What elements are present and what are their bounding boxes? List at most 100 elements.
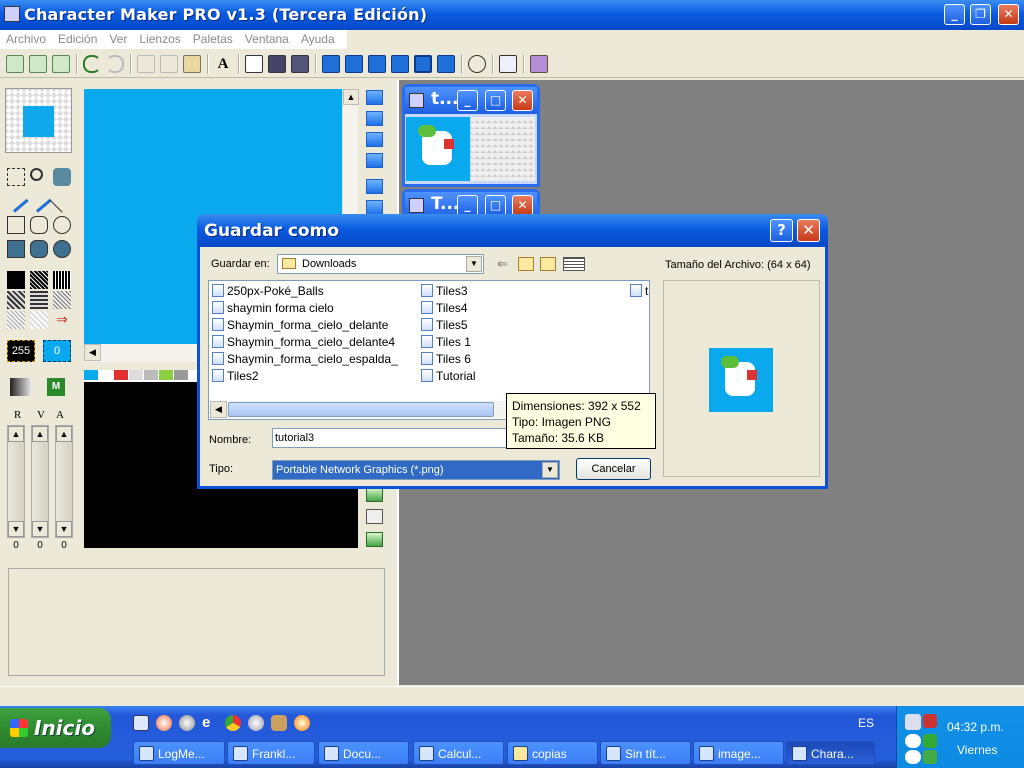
media-icon[interactable] <box>248 715 264 731</box>
zoom-x2-icon[interactable] <box>345 55 363 73</box>
taskbar-button[interactable]: LogMe... <box>133 741 225 765</box>
new-folder-icon[interactable] <box>540 257 556 271</box>
move-up-icon[interactable] <box>366 111 383 126</box>
taskbar-button[interactable]: Frankl... <box>227 741 315 765</box>
pattern-dense-icon[interactable] <box>30 271 48 289</box>
menu-ver[interactable]: Ver <box>103 30 133 46</box>
file-item[interactable]: Tiles 1 <box>421 334 471 350</box>
file-name-input[interactable]: tutorial3 <box>272 428 512 448</box>
view-menu-icon[interactable] <box>563 257 585 271</box>
open-file-icon[interactable] <box>29 55 47 73</box>
menu-archivo[interactable]: Archivo <box>0 30 52 46</box>
child-maximize-button[interactable]: □ <box>485 90 506 111</box>
menu-lienzos[interactable]: Lienzos <box>133 30 186 46</box>
line-icon[interactable] <box>49 187 75 213</box>
file-item[interactable]: Shaymin_forma_cielo_delante <box>212 317 388 333</box>
language-indicator[interactable]: ES <box>858 716 874 730</box>
child-maximize-button[interactable]: □ <box>485 195 506 216</box>
move-down-icon[interactable] <box>366 132 383 147</box>
file-item[interactable]: Tiles3 <box>421 283 468 299</box>
new-file-icon[interactable] <box>6 55 24 73</box>
internet-explorer-icon[interactable]: e <box>202 715 218 731</box>
close-button[interactable]: ✕ <box>998 4 1019 25</box>
pattern-medium-icon[interactable] <box>7 291 25 309</box>
filled-rounded-rect-icon[interactable] <box>30 240 48 258</box>
chevron-down-icon[interactable]: ▼ <box>466 256 482 272</box>
help-button[interactable]: ? <box>770 219 793 242</box>
gradient-icon[interactable] <box>10 378 32 396</box>
app-icon[interactable] <box>4 6 20 22</box>
menu-edicion[interactable]: Edición <box>52 30 103 46</box>
up-folder-icon[interactable] <box>518 257 534 271</box>
child-close-button[interactable]: ✕ <box>512 195 533 216</box>
child-window-sprite[interactable]: t... _ □ ✕ <box>402 84 540 187</box>
tray-app-icon[interactable] <box>923 734 937 748</box>
move-up-icon[interactable] <box>366 90 383 105</box>
zoom-x8-icon[interactable] <box>437 55 455 73</box>
secondary-value-box[interactable]: 0 <box>43 340 71 362</box>
blue-slider[interactable]: ▲ ▼ <box>55 425 73 538</box>
save-in-combo[interactable]: Downloads ▼ <box>277 254 484 274</box>
file-type-combo[interactable]: Portable Network Graphics (*.png) ▼ <box>272 460 560 480</box>
map-icon[interactable]: M <box>47 378 65 396</box>
filled-ellipse-icon[interactable] <box>53 240 71 258</box>
filled-rect-icon[interactable] <box>7 240 25 258</box>
save-file-icon[interactable] <box>52 55 70 73</box>
app-shortcut-icon[interactable] <box>294 715 310 731</box>
chrome-icon[interactable] <box>225 715 241 731</box>
file-item[interactable]: Tiles2 <box>212 368 259 384</box>
media-player-icon[interactable] <box>179 715 195 731</box>
panda-icon[interactable] <box>905 734 921 748</box>
minimize-button[interactable]: _ <box>944 4 965 25</box>
film-reel-icon[interactable] <box>905 750 921 764</box>
menu-paletas[interactable]: Paletas <box>187 30 239 46</box>
paste-icon[interactable] <box>183 55 201 73</box>
map-tool-icon[interactable] <box>366 487 383 502</box>
cut-icon[interactable] <box>137 55 155 73</box>
dialog-close-button[interactable]: ✕ <box>797 219 820 242</box>
file-item[interactable]: Shaymin_forma_cielo_espalda_ <box>212 351 398 367</box>
app-shortcut-icon[interactable] <box>271 715 287 731</box>
text-tool-icon[interactable]: A <box>214 55 232 73</box>
file-item[interactable]: Shaymin_forma_cielo_delante4 <box>212 334 395 350</box>
network-icon[interactable] <box>905 714 921 730</box>
primary-value-box[interactable]: 255 <box>7 340 35 362</box>
menu-ayuda[interactable]: Ayuda <box>295 30 341 46</box>
green-slider[interactable]: ▲ ▼ <box>31 425 49 538</box>
dropper-icon[interactable] <box>26 187 52 213</box>
file-item[interactable]: t <box>630 283 649 299</box>
taskbar-button-active[interactable]: Chara... <box>786 741 875 765</box>
redo-icon[interactable] <box>106 55 124 73</box>
tray-app-icon[interactable] <box>923 714 937 728</box>
child-minimize-button[interactable]: _ <box>457 90 478 111</box>
back-arrow-icon[interactable]: ⇐ <box>497 257 511 271</box>
child-minimize-button[interactable]: _ <box>457 195 478 216</box>
chevron-down-icon[interactable]: ▼ <box>542 462 558 478</box>
show-desktop-icon[interactable] <box>133 715 149 731</box>
start-button[interactable]: Inicio <box>0 708 111 748</box>
taskbar-button[interactable]: copias <box>507 741 598 765</box>
red-slider[interactable]: ▲ ▼ <box>7 425 25 538</box>
file-item[interactable]: 250px-Poké_Balls <box>212 283 324 299</box>
pencil-icon[interactable] <box>3 187 29 213</box>
book-icon[interactable] <box>530 55 548 73</box>
taskbar-button[interactable]: Sin tít... <box>600 741 691 765</box>
cancel-button[interactable]: Cancelar <box>576 458 651 480</box>
zoom-x6-icon[interactable] <box>414 55 432 73</box>
resize-icon[interactable] <box>245 55 263 73</box>
undo-icon[interactable] <box>83 55 101 73</box>
taskbar-button[interactable]: image... <box>693 741 784 765</box>
pattern-light-icon[interactable] <box>53 291 71 309</box>
file-item[interactable]: Tiles5 <box>421 317 468 333</box>
ellipse-icon[interactable] <box>53 216 71 234</box>
pattern-grid-icon[interactable] <box>53 271 71 289</box>
pattern-lighter-icon[interactable] <box>7 311 25 329</box>
character-icon[interactable] <box>468 55 486 73</box>
menu-ventana[interactable]: Ventana <box>239 30 295 46</box>
clock-time[interactable]: 04:32 p.m. <box>947 720 1004 734</box>
select-rect-icon[interactable] <box>7 168 25 186</box>
map-tool-icon[interactable] <box>366 532 383 547</box>
arrow-right-icon[interactable]: ⇒ <box>53 311 71 329</box>
flip-horizontal-icon[interactable] <box>366 200 383 215</box>
magnifier-icon[interactable] <box>30 168 43 181</box>
